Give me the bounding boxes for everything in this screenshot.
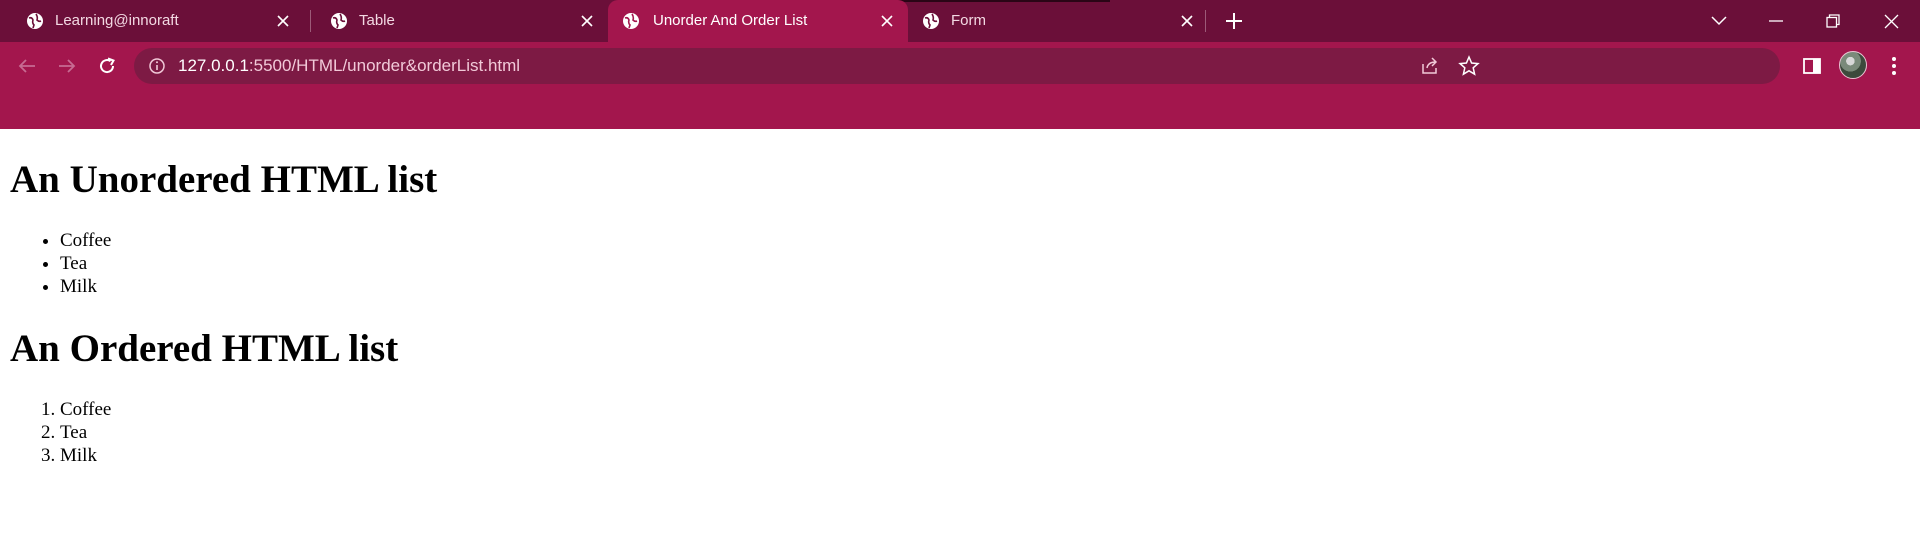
info-icon[interactable] [148,57,166,75]
close-icon [1884,14,1898,28]
tab-search-button[interactable] [1706,8,1732,34]
close-icon[interactable] [878,12,896,30]
ordered-list-heading: An Ordered HTML list [10,327,399,370]
chevron-down-icon [1711,16,1727,26]
list-item: Tea [60,252,111,275]
url-path: :5500/HTML/unorder&orderList.html [248,56,521,75]
more-vertical-icon [1892,57,1896,75]
browser-toolbar: 127.0.0.1:5500/HTML/unorder&orderList.ht… [0,42,1920,129]
tab-unorder-and-order-list[interactable]: Unorder And Order List [608,0,908,42]
minimize-icon [1769,20,1783,22]
url-text[interactable]: 127.0.0.1:5500/HTML/unorder&orderList.ht… [178,56,520,76]
arrow-left-icon [18,59,35,73]
globe-icon [331,13,347,29]
minimize-button[interactable] [1763,8,1789,34]
side-panel-button[interactable] [1797,51,1827,81]
tab-form[interactable]: Form [908,0,1208,42]
list-item: Tea [60,421,111,444]
new-tab-button[interactable] [1222,9,1246,33]
reload-button[interactable] [92,51,122,81]
back-button[interactable] [12,51,42,81]
unordered-list: Coffee Tea Milk [60,229,111,298]
tab-table[interactable]: Table [304,0,608,42]
unordered-list-heading: An Unordered HTML list [10,158,438,201]
reload-icon [100,57,115,74]
profile-avatar[interactable] [1839,51,1867,79]
arrow-right-icon [59,59,76,73]
tab-learning[interactable]: Learning@innoraft [0,0,304,42]
side-panel-icon [1803,58,1821,74]
tab-title: Table [359,12,395,29]
close-icon[interactable] [274,12,292,30]
share-icon[interactable] [1420,56,1440,76]
address-bar[interactable]: 127.0.0.1:5500/HTML/unorder&orderList.ht… [134,48,1780,84]
restore-icon [1826,14,1840,28]
globe-icon [27,13,43,29]
star-icon[interactable] [1458,55,1480,77]
list-item: Milk [60,275,111,298]
tab-title: Unorder And Order List [653,12,808,29]
list-item: Milk [60,444,111,467]
list-item: Coffee [60,398,111,421]
globe-icon [923,13,939,29]
tab-separator [1205,10,1206,32]
tab-title: Learning@innoraft [55,12,179,29]
list-item: Coffee [60,229,111,252]
globe-icon [623,13,639,29]
tab-title: Form [951,12,986,29]
close-window-button[interactable] [1878,8,1904,34]
close-icon[interactable] [1178,12,1196,30]
plus-icon [1226,13,1242,29]
restore-button[interactable] [1820,8,1846,34]
forward-button[interactable] [52,51,82,81]
page-content: An Unordered HTML list Coffee Tea Milk A… [0,129,1920,543]
ordered-list: Coffee Tea Milk [60,398,111,467]
browser-menu-button[interactable] [1879,51,1909,81]
tab-strip: Learning@innoraft Table Unorder And Orde… [0,0,1920,42]
url-host: 127.0.0.1 [178,56,249,75]
close-icon[interactable] [578,12,596,30]
